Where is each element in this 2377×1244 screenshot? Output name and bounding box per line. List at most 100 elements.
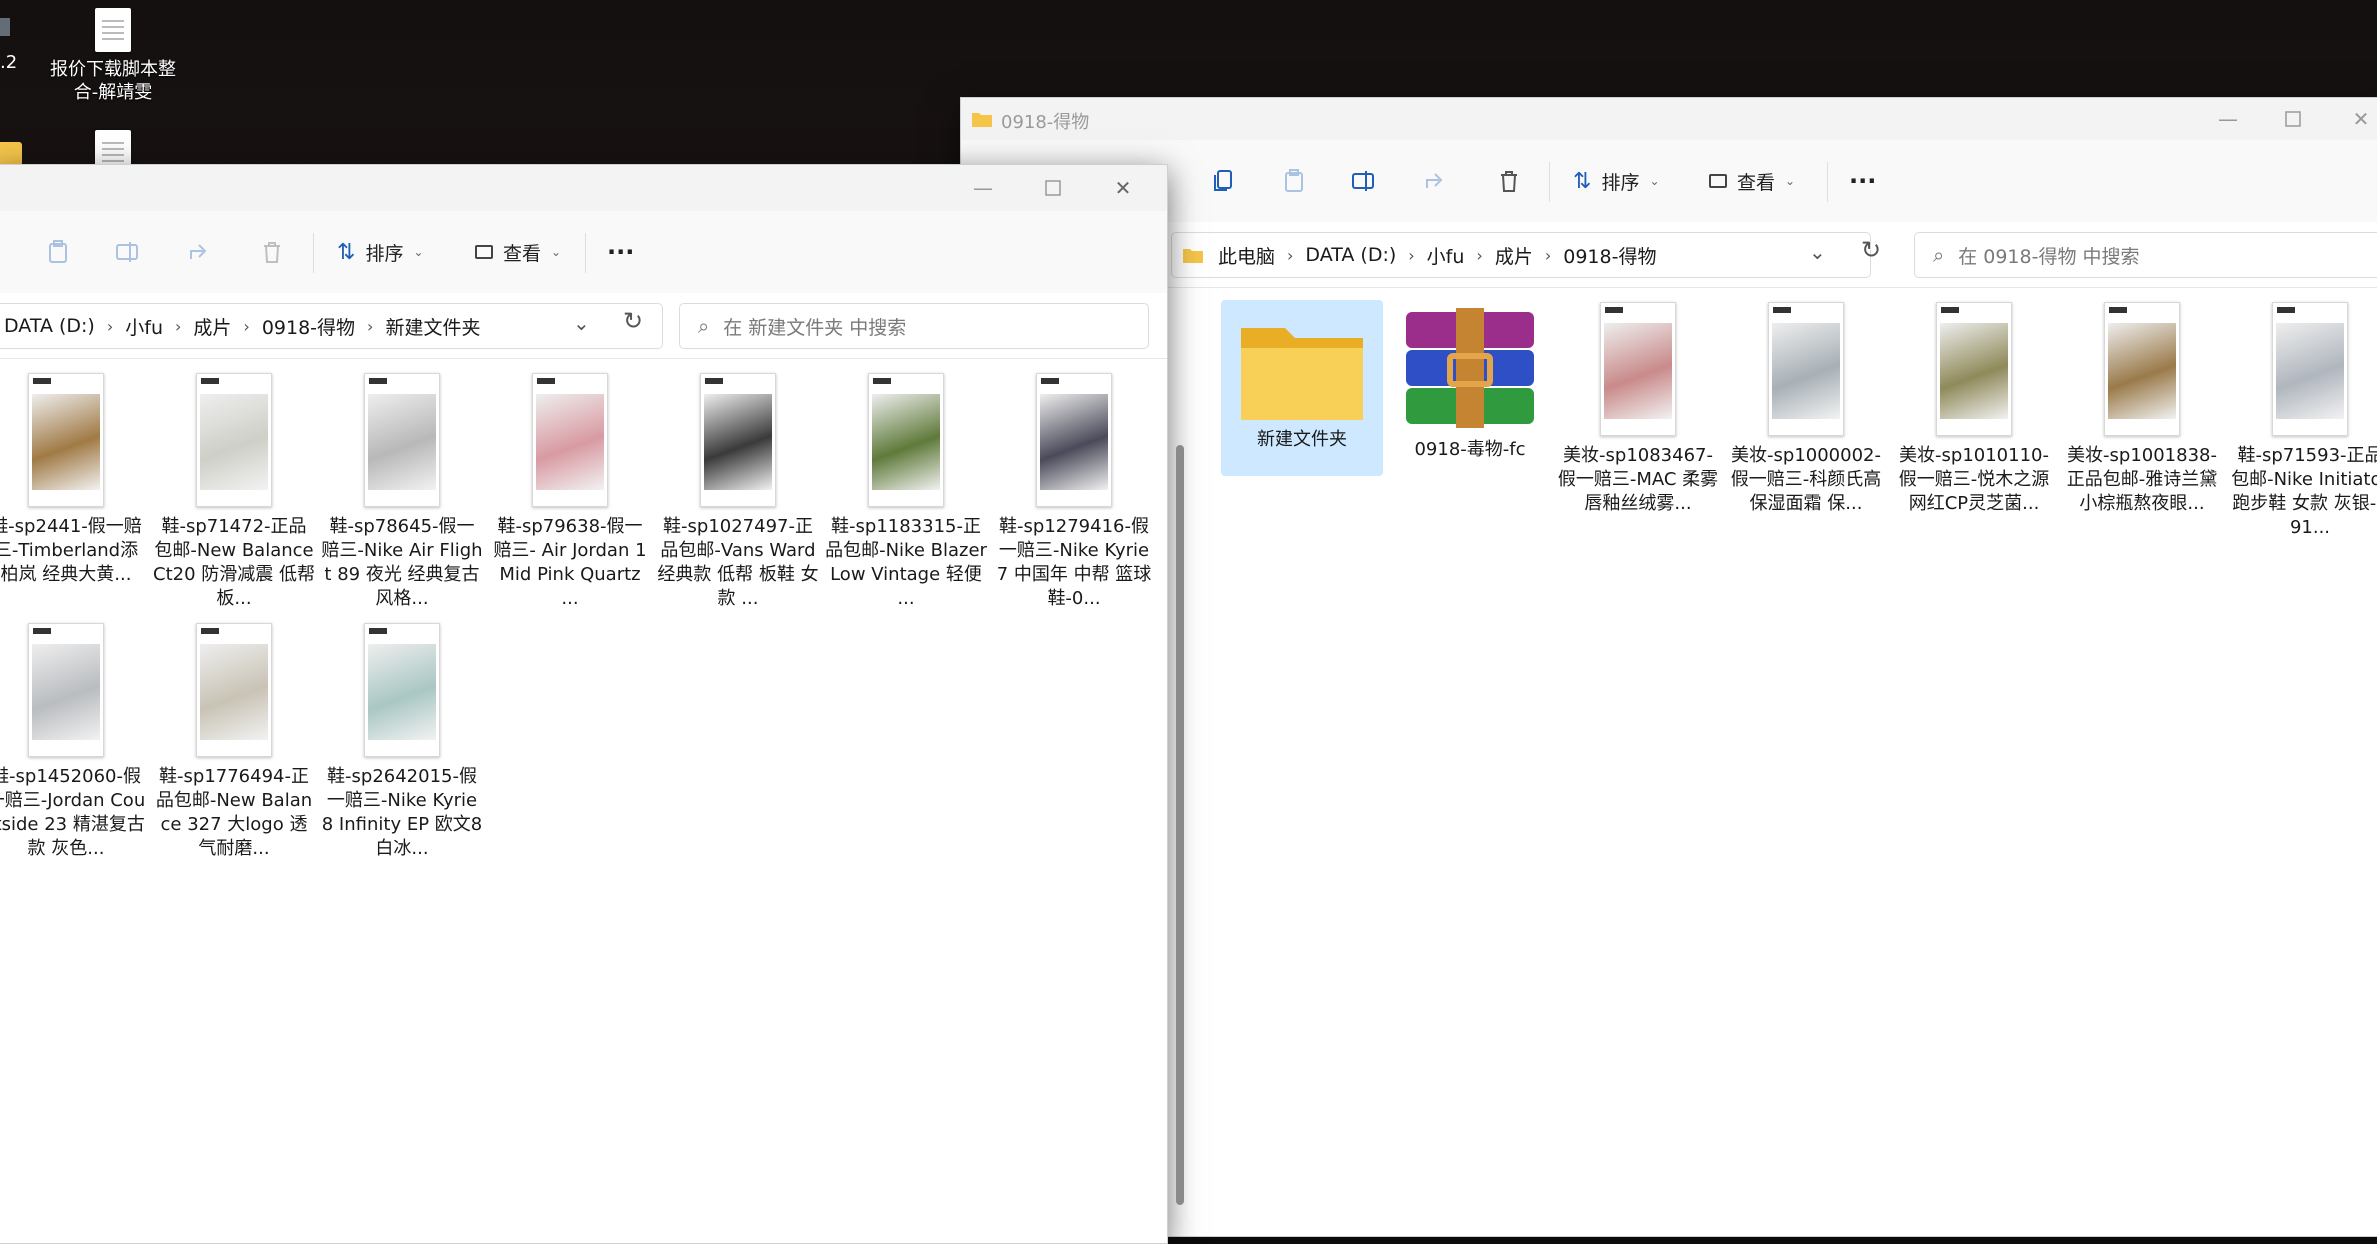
- sort-button[interactable]: ⇅ 排序 ⌄: [337, 236, 424, 268]
- file-item-image[interactable]: 鞋-sp2642015-假一赔三-Nike Kyrie 8 Infinity E…: [321, 623, 483, 861]
- file-list[interactable]: 新建文件夹 0918-毒物-fc 美妆-sp1083467-假一赔三-MAC 柔…: [961, 288, 2377, 1236]
- search-box[interactable]: ⌕ 在 新建文件夹 中搜索: [679, 303, 1149, 349]
- copy-icon[interactable]: [1211, 168, 1237, 194]
- image-thumbnail: [1768, 302, 1844, 436]
- delete-icon[interactable]: [259, 239, 285, 265]
- share-icon[interactable]: [187, 239, 213, 265]
- file-item-image[interactable]: 美妆-sp1001838-正品包邮-雅诗兰黛小棕瓶熬夜眼...: [2061, 302, 2223, 516]
- paste-icon[interactable]: [45, 239, 71, 265]
- share-icon[interactable]: [1423, 168, 1449, 194]
- address-dropdown-button[interactable]: ⌄: [573, 311, 590, 335]
- file-label: 0918-毒物-fc: [1414, 439, 1526, 460]
- breadcrumb-new-folder[interactable]: 新建文件夹: [381, 313, 484, 340]
- file-label: 鞋-sp71472-正品包邮-New Balance Ct20 防滑减震 低帮 …: [153, 516, 315, 609]
- file-label: 美妆-sp1001838-正品包邮-雅诗兰黛小棕瓶熬夜眼...: [2066, 445, 2218, 514]
- image-thumbnail: [2104, 302, 2180, 436]
- title-bar[interactable]: 0918-得物 — ✕: [961, 98, 2377, 140]
- address-bar[interactable]: 此电脑 › DATA (D:) › 小fu › 成片 › 0918-得物: [1171, 232, 1871, 278]
- sort-icon: ⇅: [337, 239, 356, 265]
- refresh-button[interactable]: ↻: [623, 307, 643, 335]
- maximize-icon: [2285, 111, 2301, 127]
- file-item-image[interactable]: 鞋-sp71472-正品包邮-New Balance Ct20 防滑减震 低帮 …: [153, 373, 315, 611]
- file-item-image[interactable]: 美妆-sp1083467-假一赔三-MAC 柔雾唇釉丝绒雾...: [1557, 302, 1719, 516]
- title-bar[interactable]: — ✕: [0, 165, 1167, 211]
- chevron-right-icon: ›: [1476, 245, 1483, 265]
- image-thumbnail: [1936, 302, 2012, 436]
- minimize-button[interactable]: —: [2206, 104, 2250, 134]
- address-dropdown-button[interactable]: ⌄: [1809, 240, 1826, 264]
- breadcrumb-xiaofu[interactable]: 小fu: [1423, 242, 1469, 269]
- breadcrumb-0918[interactable]: 0918-得物: [258, 313, 359, 340]
- search-placeholder: 在 0918-得物 中搜索: [1958, 245, 2140, 268]
- file-item-image[interactable]: 鞋-sp1183315-正品包邮-Nike Blazer Low Vintage…: [825, 373, 987, 611]
- rename-icon[interactable]: [115, 239, 141, 265]
- file-item-image[interactable]: 鞋-sp2441-假一赔三-Timberland添柏岚 经典大黄...: [0, 373, 147, 587]
- breadcrumb-this-pc[interactable]: 此电脑: [1214, 242, 1279, 269]
- winrar-archive-icon: [1406, 308, 1534, 428]
- image-thumbnail: [364, 373, 440, 507]
- thumbnail-photo: [2108, 323, 2176, 419]
- desktop-partial-icon: [0, 18, 10, 36]
- paste-icon[interactable]: [1281, 168, 1307, 194]
- view-button[interactable]: 查看 ⌄: [475, 236, 561, 268]
- close-button[interactable]: ✕: [1101, 173, 1145, 203]
- file-label: 鞋-sp1776494-正品包邮-New Balance 327 大logo 透…: [155, 766, 313, 859]
- breadcrumb-chengpian[interactable]: 成片: [1491, 242, 1537, 269]
- file-item-image[interactable]: 鞋-sp1279416-假一赔三-Nike Kyrie 7 中国年 中帮 篮球鞋…: [993, 373, 1155, 611]
- chevron-right-icon: ›: [1544, 245, 1552, 265]
- command-bar: ⇅ 排序 ⌄ 查看 ⌄ ···: [0, 211, 1167, 293]
- file-list[interactable]: 鞋-sp2441-假一赔三-Timberland添柏岚 经典大黄... 鞋-sp…: [0, 359, 1167, 1243]
- file-item-image[interactable]: 鞋-sp79638-假一赔三- Air Jordan 1 Mid Pink Qu…: [489, 373, 651, 611]
- thumbnail-photo: [368, 394, 436, 490]
- more-label: ···: [607, 238, 635, 266]
- thumbnail-photo: [1604, 323, 1672, 419]
- desktop-icon-script[interactable]: 报价下载脚本整合-解靖雯: [38, 8, 188, 104]
- search-box[interactable]: ⌕ 在 0918-得物 中搜索: [1914, 232, 2377, 278]
- file-item-image[interactable]: 鞋-sp1452060-假一赔三-Jordan Courtside 23 精湛复…: [0, 623, 147, 861]
- minimize-button[interactable]: —: [961, 173, 1005, 203]
- file-item-image[interactable]: 鞋-sp78645-假一赔三-Nike Air Flight 89 夜光 经典复…: [321, 373, 483, 611]
- scrollbar-thumb[interactable]: [1176, 445, 1184, 1205]
- close-button[interactable]: ✕: [2339, 104, 2377, 134]
- address-row: 此电脑 › DATA (D:) › 小fu › 成片 › 0918-得物 ⌄ ↻ ⌕ 在…: [961, 222, 2377, 288]
- explorer-window-new-folder: — ✕ ⇅ 排序 ⌄ 查看 ⌄ ··· DATA (D:) › 小fu › 成片 ›: [0, 164, 1168, 1244]
- thumbnail-photo: [872, 394, 940, 490]
- breadcrumb-data-d[interactable]: DATA (D:): [0, 315, 99, 337]
- file-item-image[interactable]: 鞋-sp1776494-正品包邮-New Balance 327 大logo 透…: [153, 623, 315, 861]
- view-button[interactable]: 查看 ⌄: [1709, 165, 1795, 197]
- breadcrumb-data-d[interactable]: DATA (D:): [1301, 244, 1400, 266]
- chevron-right-icon: ›: [174, 316, 182, 336]
- address-bar[interactable]: DATA (D:) › 小fu › 成片 › 0918-得物 › 新建文件夹: [0, 303, 663, 349]
- thumbnail-photo: [368, 644, 436, 740]
- file-item-rar[interactable]: 0918-毒物-fc: [1389, 300, 1551, 462]
- sort-icon: ⇅: [1573, 168, 1592, 194]
- thumbnail-photo: [200, 644, 268, 740]
- breadcrumb-0918[interactable]: 0918-得物: [1559, 242, 1660, 269]
- maximize-button[interactable]: [1031, 173, 1075, 203]
- file-label: 鞋-sp79638-假一赔三- Air Jordan 1 Mid Pink Qu…: [493, 516, 647, 609]
- desktop-icon-label: 报价下载脚本整合-解靖雯: [50, 59, 176, 103]
- thumbnail-photo: [1040, 394, 1108, 490]
- more-options-button[interactable]: ···: [1849, 165, 1876, 197]
- file-item-image[interactable]: 美妆-sp1000002-假一赔三-科颜氏高保湿面霜 保...: [1725, 302, 1887, 516]
- file-item-image[interactable]: 鞋-sp1027497-正品包邮-Vans Ward 经典款 低帮 板鞋 女款 …: [657, 373, 819, 611]
- breadcrumb-chengpian[interactable]: 成片: [189, 313, 235, 340]
- delete-icon[interactable]: [1496, 168, 1522, 194]
- file-label: 美妆-sp1000002-假一赔三-科颜氏高保湿面霜 保...: [1730, 445, 1882, 514]
- view-icon: [475, 245, 493, 259]
- breadcrumb-xiaofu[interactable]: 小fu: [121, 313, 167, 340]
- image-thumbnail: [1036, 373, 1112, 507]
- sort-button[interactable]: ⇅ 排序 ⌄: [1573, 165, 1660, 197]
- sort-label: 排序: [365, 242, 404, 265]
- refresh-button[interactable]: ↻: [1861, 236, 1881, 264]
- thumbnail-photo: [704, 394, 772, 490]
- file-item-image[interactable]: 鞋-sp71593-正品包邮-Nike Initiator 跑步鞋 女款 灰银-…: [2229, 302, 2377, 540]
- file-item-image[interactable]: 美妆-sp1010110-假一赔三-悦木之源网红CP灵芝菌...: [1893, 302, 2055, 516]
- rename-icon[interactable]: [1351, 168, 1377, 194]
- chevron-right-icon: ›: [1287, 245, 1294, 265]
- file-item-folder[interactable]: 新建文件夹: [1221, 300, 1383, 476]
- file-label: 美妆-sp1083467-假一赔三-MAC 柔雾唇釉丝绒雾...: [1557, 445, 1719, 514]
- maximize-button[interactable]: [2271, 104, 2315, 134]
- more-options-button[interactable]: ···: [607, 236, 634, 268]
- desktop-folder-icon-partial[interactable]: [0, 142, 22, 166]
